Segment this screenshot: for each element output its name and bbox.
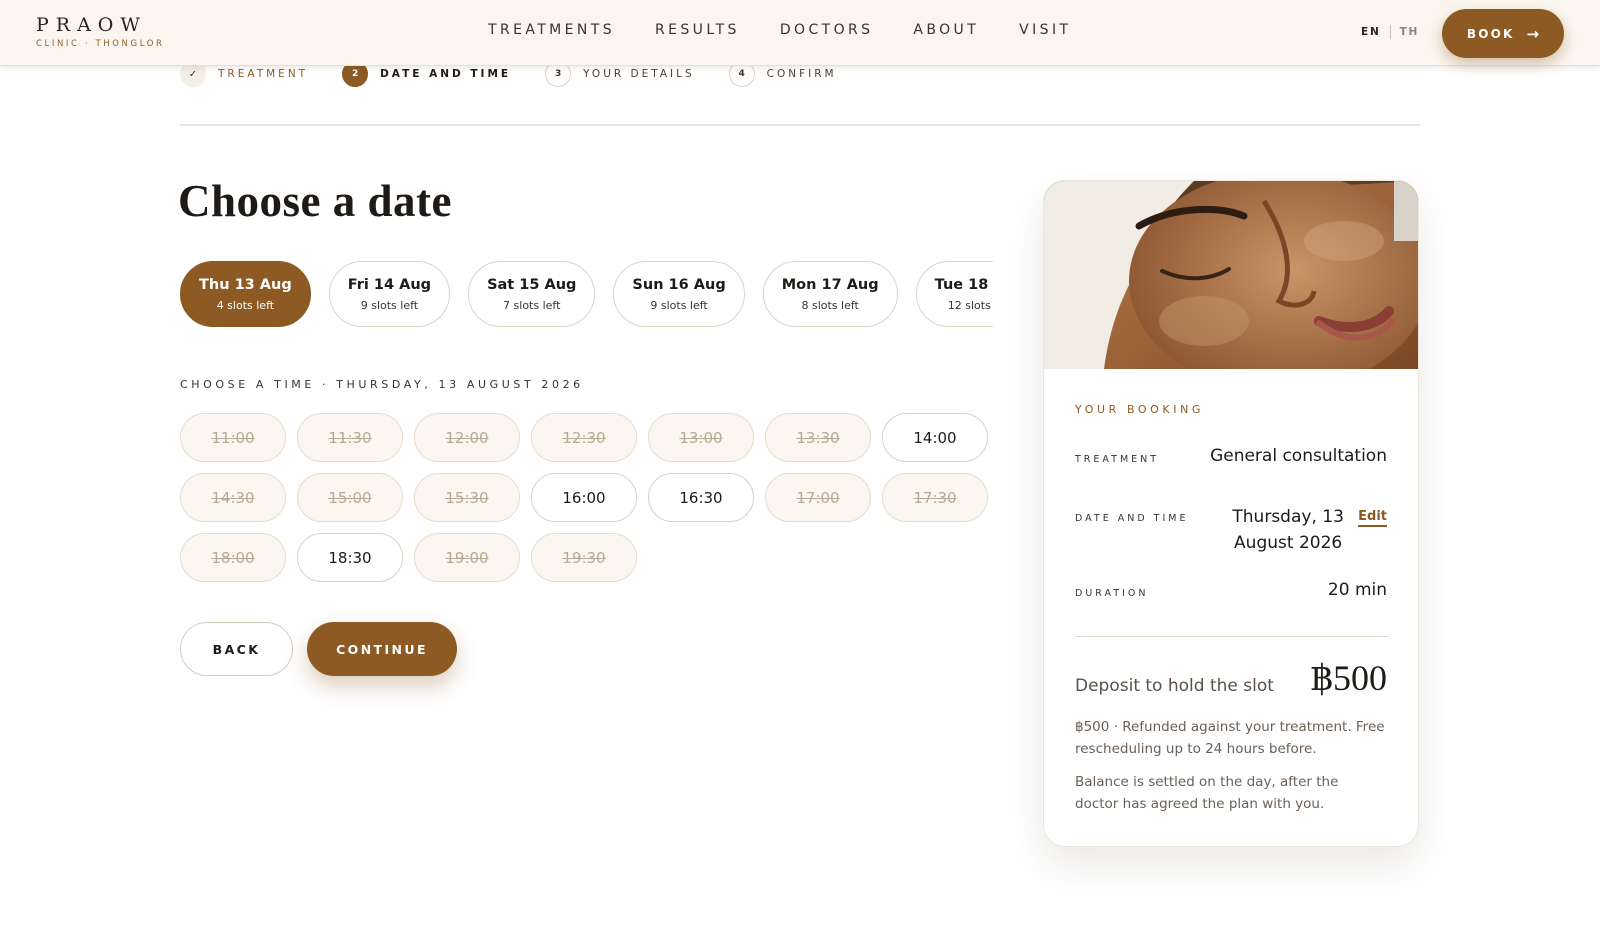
- time-heading: CHOOSE A TIME · THURSDAY, 13 AUGUST 2026: [180, 378, 584, 391]
- step-label: CONFIRM: [766, 68, 837, 80]
- nav-treatments[interactable]: TREATMENTS: [488, 22, 615, 38]
- back-button[interactable]: BACK: [180, 622, 293, 676]
- time-slot-unavailable: 17:00: [765, 473, 871, 522]
- datetime-line1: Thursday, 13: [1232, 507, 1344, 527]
- arrow-right-icon: →: [1526, 24, 1540, 43]
- date-option[interactable]: Tue 18 Aug 12 slots left: [915, 261, 993, 327]
- card-divider: [1075, 636, 1389, 637]
- time-slot-unavailable: 17:30: [882, 473, 988, 522]
- date-option[interactable]: Mon 17 Aug 8 slots left: [762, 261, 898, 327]
- step-label: YOUR DETAILS: [583, 68, 695, 80]
- lang-divider: [1389, 25, 1391, 39]
- brand-subtitle: CLINIC · THONGLOR: [36, 39, 165, 49]
- datetime-label: DATE AND TIME: [1075, 513, 1189, 524]
- time-slot-unavailable: 11:00: [180, 413, 286, 462]
- brand-name: PRAOW: [36, 14, 147, 36]
- refund-note: ฿500 · Refunded against your treatment. …: [1075, 719, 1385, 757]
- step-label: TREATMENT: [218, 68, 309, 80]
- booking-summary-card: YOUR BOOKING TREATMENT General consultat…: [1043, 180, 1419, 847]
- time-slot-unavailable: 13:00: [648, 413, 754, 462]
- date-option-slots: 7 slots left: [503, 298, 561, 312]
- duration-label: DURATION: [1075, 588, 1149, 599]
- book-button-label: BOOK: [1466, 26, 1515, 41]
- time-slot-unavailable: 12:30: [531, 413, 637, 462]
- treatment-value: General consultation: [1210, 446, 1387, 466]
- date-option-slots: 8 slots left: [801, 298, 859, 312]
- date-picker[interactable]: Thu 13 Aug 4 slots left Fri 14 Aug 9 slots …: [180, 261, 993, 329]
- datetime-line2: August 2026: [1234, 533, 1343, 553]
- time-slot-grid: 11:00 11:30 12:00 12:30 13:00 13:30 14:00 14:30…: [180, 413, 1000, 582]
- nav-about[interactable]: ABOUT: [913, 22, 979, 38]
- date-option-label: Thu 13 Aug: [199, 276, 292, 293]
- booking-eyebrow: YOUR BOOKING: [1075, 403, 1205, 416]
- time-slot-unavailable: 11:30: [297, 413, 403, 462]
- time-slot-unavailable: 15:30: [414, 473, 520, 522]
- book-button[interactable]: BOOK →: [1442, 9, 1564, 58]
- lang-en[interactable]: EN: [1361, 26, 1381, 38]
- nav-doctors[interactable]: DOCTORS: [780, 22, 874, 38]
- treatment-label: TREATMENT: [1075, 454, 1160, 465]
- date-option-slots: 12 slots left: [947, 298, 993, 312]
- date-option[interactable]: Fri 14 Aug 9 slots left: [328, 261, 451, 327]
- date-option-slots: 9 slots left: [650, 298, 708, 312]
- time-slot-unavailable: 12:00: [414, 413, 520, 462]
- date-option-slots: 4 slots left: [216, 298, 275, 312]
- edit-datetime-link[interactable]: Edit: [1358, 509, 1387, 527]
- date-option-label: Sun 16 Aug: [632, 276, 726, 293]
- language-switcher: EN TH: [1361, 25, 1419, 39]
- treatment-image: [1044, 181, 1418, 369]
- date-option[interactable]: Sat 15 Aug 7 slots left: [468, 261, 596, 327]
- time-slot[interactable]: 18:30: [297, 533, 403, 582]
- date-option-label: Tue 18 Aug: [934, 276, 993, 293]
- time-slot[interactable]: 16:00: [531, 473, 637, 522]
- time-slot[interactable]: 16:30: [648, 473, 754, 522]
- time-slot[interactable]: 14:00: [882, 413, 988, 462]
- lang-th[interactable]: TH: [1400, 26, 1420, 38]
- time-slot-unavailable: 15:00: [297, 473, 403, 522]
- date-option[interactable]: Thu 13 Aug 4 slots left: [180, 261, 311, 327]
- continue-button[interactable]: CONTINUE: [307, 622, 457, 676]
- date-option-label: Fri 14 Aug: [347, 276, 432, 293]
- time-slot-unavailable: 13:30: [765, 413, 871, 462]
- datetime-value: Thursday, 13 August 2026 Edit: [1228, 504, 1387, 556]
- site-header: PRAOW CLINIC · THONGLOR TREATMENTS RESUL…: [0, 0, 1600, 66]
- date-option[interactable]: Sun 16 Aug 9 slots left: [613, 261, 745, 327]
- date-option-label: Sat 15 Aug: [487, 276, 577, 293]
- deposit-amount: ฿500: [1310, 658, 1387, 698]
- time-slot-unavailable: 19:30: [531, 533, 637, 582]
- time-slot-unavailable: 19:00: [414, 533, 520, 582]
- duration-value: 20 min: [1327, 580, 1387, 600]
- page-title: Choose a date: [178, 176, 452, 226]
- step-label: DATE AND TIME: [380, 68, 512, 80]
- nav-results[interactable]: RESULTS: [655, 22, 740, 38]
- brand-logo[interactable]: PRAOW CLINIC · THONGLOR: [36, 14, 165, 49]
- date-option-label: Mon 17 Aug: [781, 276, 879, 293]
- main-nav: TREATMENTS RESULTS DOCTORS ABOUT VISIT: [488, 22, 1111, 38]
- balance-note: Balance is settled on the day, after the…: [1075, 774, 1339, 812]
- nav-visit[interactable]: VISIT: [1019, 22, 1071, 38]
- time-slot-unavailable: 14:30: [180, 473, 286, 522]
- deposit-label: Deposit to hold the slot: [1075, 676, 1274, 696]
- date-option-slots: 9 slots left: [360, 298, 419, 312]
- section-divider: [180, 124, 1420, 126]
- time-slot-unavailable: 18:00: [180, 533, 286, 582]
- datetime-text: Thursday, 13 August 2026: [1228, 504, 1348, 556]
